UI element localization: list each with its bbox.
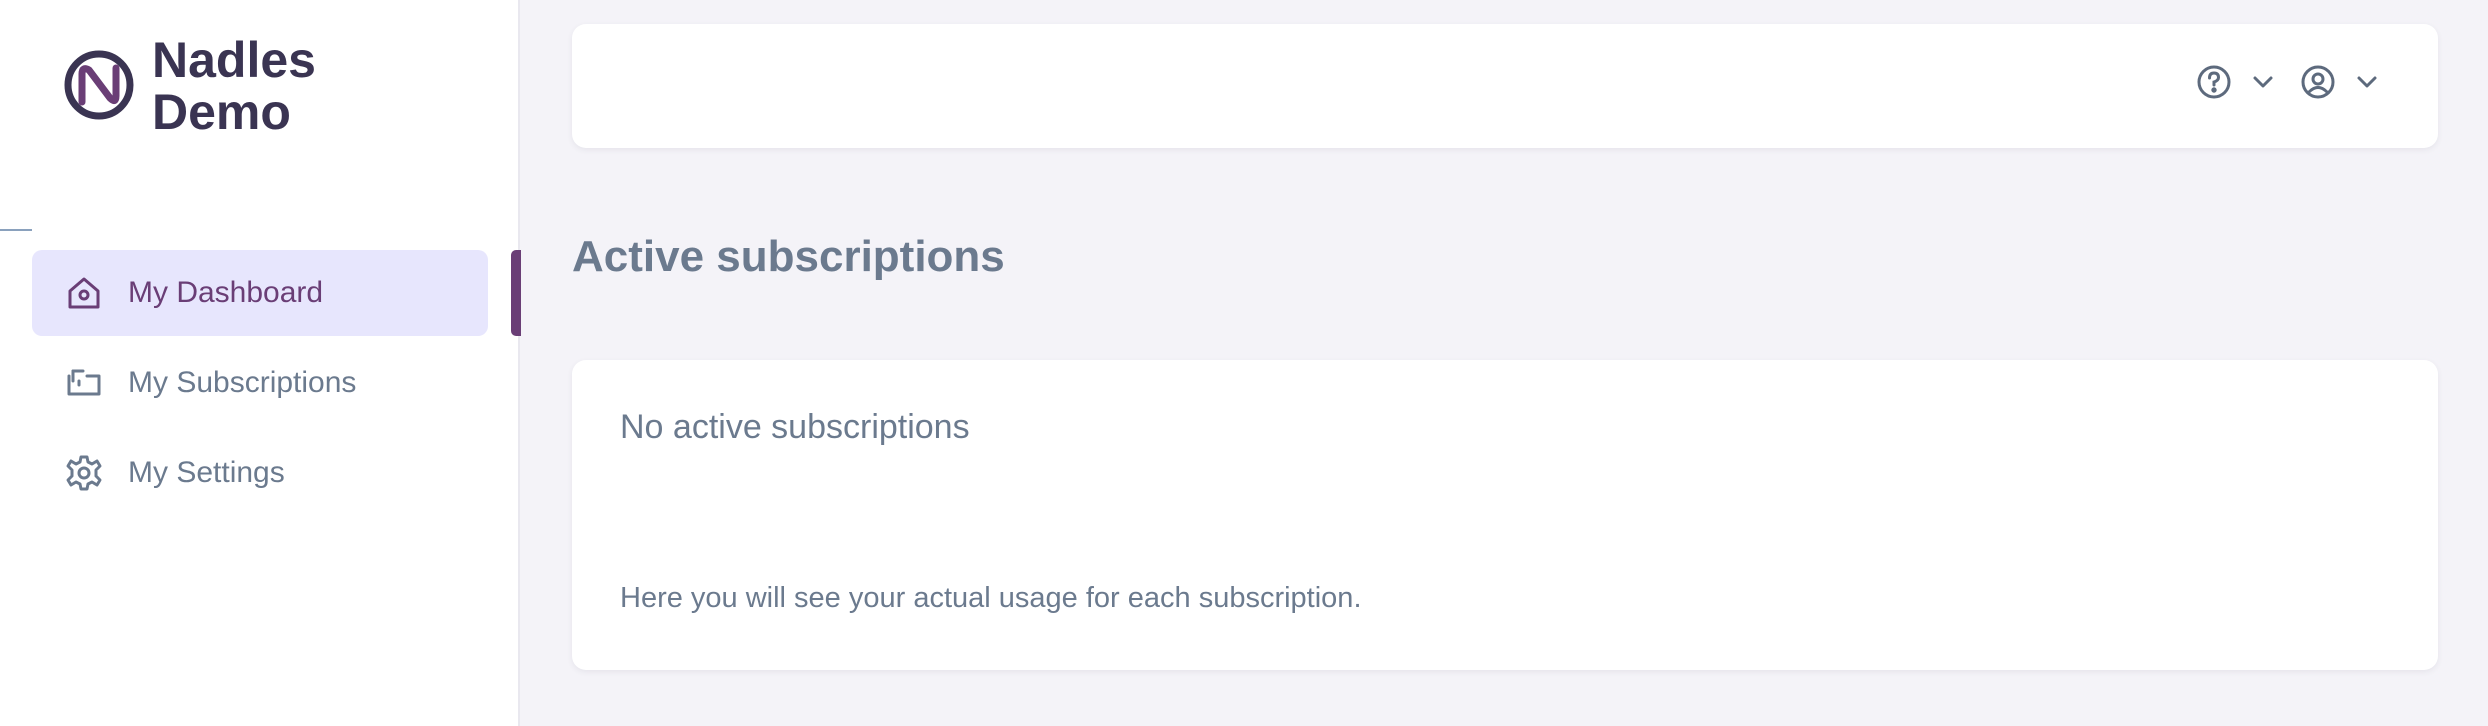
help-icon: [2197, 65, 2231, 99]
brand-name: Nadles Demo: [152, 34, 352, 138]
sidebar: Nadles Demo My Dashboard My Subscription…: [0, 0, 520, 726]
sidebar-nav: My Dashboard My Subscriptions My Setting…: [32, 250, 488, 520]
active-nav-indicator: [511, 250, 521, 336]
chevron-down-icon: [2253, 76, 2273, 88]
top-bar: [572, 24, 2438, 148]
card-title: No active subscriptions: [620, 408, 970, 446]
sidebar-divider: [0, 229, 32, 231]
subscriptions-icon: [64, 363, 104, 403]
brand-logo[interactable]: Nadles Demo: [62, 34, 352, 138]
page-title: Active subscriptions: [572, 232, 1005, 281]
chevron-down-icon: [2357, 76, 2377, 88]
nadles-logo-icon: [64, 50, 134, 120]
home-icon: [64, 273, 104, 313]
brand-name-line1: Nadles: [152, 32, 316, 88]
subscriptions-card: No active subscriptions Here you will se…: [572, 360, 2438, 670]
user-icon: [2301, 65, 2335, 99]
sidebar-item-dashboard[interactable]: My Dashboard: [32, 250, 488, 336]
user-menu-button[interactable]: [2300, 64, 2380, 100]
card-description: Here you will see your actual usage for …: [620, 582, 1362, 614]
sidebar-item-label: My Dashboard: [128, 276, 324, 309]
sidebar-item-label: My Subscriptions: [128, 366, 357, 399]
help-menu-button[interactable]: [2196, 64, 2276, 100]
gear-icon: [64, 453, 104, 493]
sidebar-item-subscriptions[interactable]: My Subscriptions: [32, 340, 488, 426]
sidebar-item-settings[interactable]: My Settings: [32, 430, 488, 516]
sidebar-item-label: My Settings: [128, 456, 285, 489]
brand-name-line2: Demo: [152, 84, 291, 140]
